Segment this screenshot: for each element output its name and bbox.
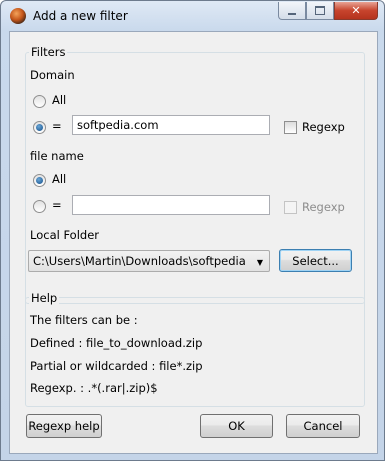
file-name-input[interactable] [72, 195, 270, 215]
help-line-1: The filters can be : [30, 313, 138, 327]
domain-regexp-label[interactable]: Regexp [302, 120, 345, 134]
domain-regexp-checkbox[interactable] [284, 121, 297, 134]
select-folder-button[interactable]: Select... [279, 249, 352, 272]
help-line-2: Defined : file_to_download.zip [30, 336, 203, 350]
window-title: Add a new filter [33, 9, 128, 23]
domain-label: Domain [30, 68, 75, 82]
dialog-window: Add a new filter ✕ Filters Domain All = … [0, 0, 385, 461]
file-name-regexp-label[interactable]: Regexp [302, 200, 345, 214]
maximize-button[interactable] [306, 2, 334, 20]
minimize-icon [288, 12, 296, 15]
domain-equals-label[interactable]: = [52, 119, 62, 133]
chevron-down-icon: ▼ [256, 258, 263, 267]
file-name-equals-label[interactable]: = [52, 198, 62, 212]
file-name-regexp-checkbox[interactable] [284, 201, 297, 214]
file-name-all-radio[interactable] [33, 174, 46, 187]
file-name-label: file name [30, 149, 84, 163]
local-folder-label: Local Folder [30, 228, 99, 242]
app-icon[interactable] [10, 8, 26, 24]
file-name-all-label[interactable]: All [52, 172, 66, 186]
local-folder-value: C:\Users\Martin\Downloads\softpedia [33, 254, 246, 268]
cancel-button[interactable]: Cancel [286, 414, 360, 438]
regexp-help-button[interactable]: Regexp help [26, 414, 102, 438]
local-folder-dropdown[interactable]: C:\Users\Martin\Downloads\softpedia ▼ [28, 250, 270, 272]
close-button[interactable]: ✕ [334, 2, 378, 20]
maximize-icon [315, 6, 325, 15]
domain-input[interactable]: softpedia.com [72, 115, 270, 135]
ok-button[interactable]: OK [200, 414, 273, 438]
caption-buttons: ✕ [278, 2, 378, 21]
domain-all-label[interactable]: All [52, 93, 66, 107]
domain-equals-radio[interactable] [33, 121, 46, 134]
minimize-button[interactable] [278, 2, 306, 20]
help-line-4: Regexp. : .*(.rar|.zip)$ [30, 381, 158, 395]
title-bar[interactable]: Add a new filter ✕ [1, 1, 384, 31]
dialog-client-area: Filters Domain All = softpedia.com Regex… [9, 31, 378, 454]
filters-legend: Filters [29, 45, 68, 59]
domain-all-radio[interactable] [33, 95, 46, 108]
help-line-3: Partial or wildcarded : file*.zip [30, 359, 203, 373]
file-name-equals-radio[interactable] [33, 200, 46, 213]
help-legend: Help [29, 291, 60, 305]
close-icon: ✕ [351, 4, 361, 17]
